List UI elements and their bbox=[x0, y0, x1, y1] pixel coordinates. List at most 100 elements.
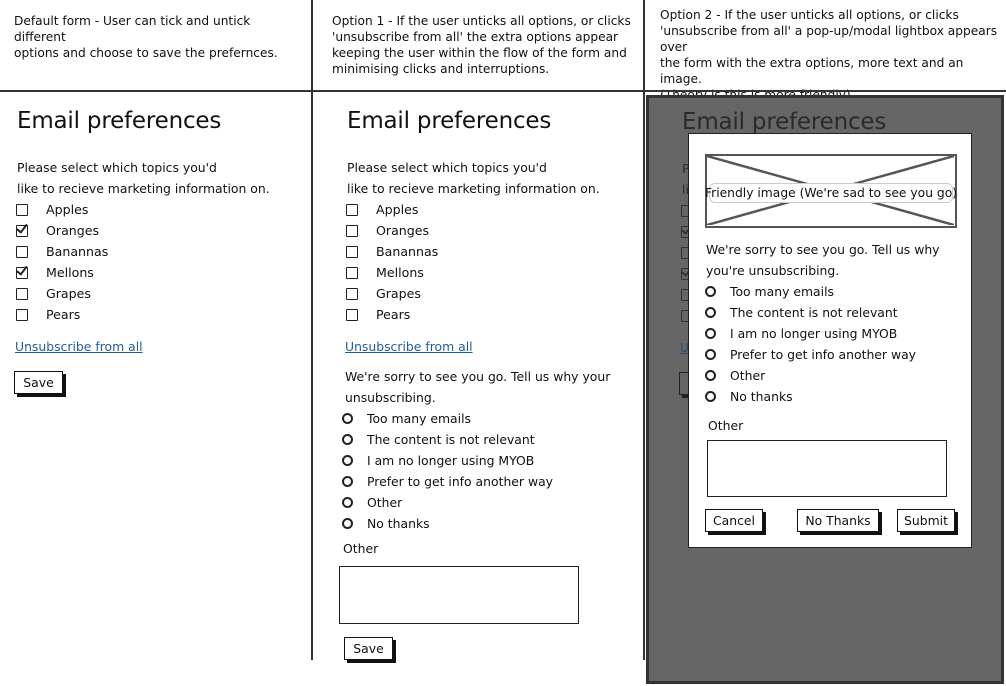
topic-checkbox-list: Apples Oranges Banannas Mellons Grapes P… bbox=[346, 199, 438, 325]
topic-checkbox-row[interactable]: Grapes bbox=[346, 283, 438, 304]
save-button[interactable]: Save bbox=[14, 371, 63, 394]
checkbox-label: Grapes bbox=[376, 286, 421, 301]
intro-line: like to recieve marketing information on… bbox=[347, 181, 600, 196]
checkbox[interactable] bbox=[16, 203, 28, 216]
radio-button[interactable] bbox=[705, 349, 716, 360]
description-line: 'unsubscribe from all' a pop-up/modal li… bbox=[660, 24, 998, 54]
topic-checkbox-row[interactable]: Grapes bbox=[16, 283, 108, 304]
checkbox[interactable] bbox=[16, 308, 28, 321]
radio-label: No thanks bbox=[730, 389, 793, 404]
radio-button[interactable] bbox=[342, 518, 353, 529]
checkbox[interactable] bbox=[16, 287, 28, 300]
topic-checkbox-row[interactable]: Pears bbox=[16, 304, 108, 325]
checkbox[interactable] bbox=[16, 266, 28, 279]
radio-button[interactable] bbox=[705, 391, 716, 402]
intro-text: Please select which topics you'd like to… bbox=[347, 157, 600, 199]
radio-label: Prefer to get info another way bbox=[730, 347, 917, 362]
topic-checkbox-list: Apples Oranges Banannas Mellons Grapes P… bbox=[16, 199, 108, 325]
reason-radio-row[interactable]: Other bbox=[342, 492, 553, 513]
reason-radio-row[interactable]: I am no longer using MYOB bbox=[705, 323, 916, 344]
other-textarea[interactable] bbox=[707, 440, 947, 497]
description-line: keeping the user within the flow of the … bbox=[332, 46, 627, 60]
description-line: the form with the extra options, more te… bbox=[660, 56, 964, 86]
reason-radio-row[interactable]: Prefer to get info another way bbox=[342, 471, 553, 492]
reason-radio-row[interactable]: The content is not relevant bbox=[342, 429, 553, 450]
checkbox[interactable] bbox=[346, 308, 358, 321]
checkbox[interactable] bbox=[346, 245, 358, 258]
page-title: Email preferences bbox=[347, 108, 552, 134]
topic-checkbox-row[interactable]: Pears bbox=[346, 304, 438, 325]
radio-button[interactable] bbox=[705, 370, 716, 381]
description-line: Default form - User can tick and untick … bbox=[14, 14, 251, 44]
radio-button[interactable] bbox=[342, 497, 353, 508]
topic-checkbox-row[interactable]: Apples bbox=[16, 199, 108, 220]
checkbox-label: Grapes bbox=[46, 286, 91, 301]
radio-label: I am no longer using MYOB bbox=[730, 326, 898, 341]
sorry-message: We're sorry to see you go. Tell us why y… bbox=[706, 239, 940, 281]
checkbox-label: Mellons bbox=[376, 265, 424, 280]
radio-button[interactable] bbox=[705, 328, 716, 339]
submit-button[interactable]: Submit bbox=[897, 509, 955, 532]
reason-radio-row[interactable]: No thanks bbox=[705, 386, 916, 407]
radio-label: I am no longer using MYOB bbox=[367, 453, 535, 468]
topic-checkbox-row[interactable]: Mellons bbox=[346, 262, 438, 283]
radio-label: The content is not relevant bbox=[730, 305, 898, 320]
unsubscribe-all-link[interactable]: Unsubscribe from all bbox=[345, 339, 473, 354]
checkbox[interactable] bbox=[346, 224, 358, 237]
checkbox-label: Pears bbox=[46, 307, 81, 322]
reason-radio-row[interactable]: Too many emails bbox=[342, 408, 553, 429]
topic-checkbox-row[interactable]: Mellons bbox=[16, 262, 108, 283]
column-divider-2 bbox=[643, 0, 645, 660]
topic-checkbox-row[interactable]: Oranges bbox=[346, 220, 438, 241]
description-line: minimising clicks and interruptions. bbox=[332, 62, 550, 76]
reason-radio-row[interactable]: The content is not relevant bbox=[705, 302, 916, 323]
reason-radio-row[interactable]: I am no longer using MYOB bbox=[342, 450, 553, 471]
radio-label: Too many emails bbox=[367, 411, 471, 426]
cancel-button[interactable]: Cancel bbox=[705, 509, 763, 532]
topic-checkbox-row[interactable]: Banannas bbox=[16, 241, 108, 262]
default-form-description: Default form - User can tick and untick … bbox=[14, 13, 304, 61]
checkbox[interactable] bbox=[346, 287, 358, 300]
reason-radio-list: Too many emails The content is not relev… bbox=[705, 281, 916, 407]
checkbox[interactable] bbox=[16, 224, 28, 237]
page-title: Email preferences bbox=[17, 108, 222, 134]
description-line: options and choose to save the prefernce… bbox=[14, 46, 278, 60]
option2-description: Option 2 - If the user unticks all optio… bbox=[660, 7, 1006, 103]
checkbox[interactable] bbox=[346, 203, 358, 216]
radio-button[interactable] bbox=[342, 434, 353, 445]
topic-checkbox-row[interactable]: Banannas bbox=[346, 241, 438, 262]
reason-radio-row[interactable]: No thanks bbox=[342, 513, 553, 534]
radio-button[interactable] bbox=[342, 476, 353, 487]
other-textarea[interactable] bbox=[339, 566, 579, 624]
radio-label: Too many emails bbox=[730, 284, 834, 299]
checkbox[interactable] bbox=[346, 266, 358, 279]
topic-checkbox-row[interactable]: Oranges bbox=[16, 220, 108, 241]
radio-label: No thanks bbox=[367, 516, 430, 531]
unsubscribe-modal: Friendly image (We're sad to see you go)… bbox=[688, 133, 972, 548]
radio-button[interactable] bbox=[705, 307, 716, 318]
description-line: 'unsubscribe from all' the extra options… bbox=[332, 30, 619, 44]
topic-checkbox-row[interactable]: Apples bbox=[346, 199, 438, 220]
checkbox-label: Banannas bbox=[376, 244, 439, 259]
checkbox-label: Mellons bbox=[46, 265, 94, 280]
sorry-line: We're sorry to see you go. Tell us why y… bbox=[345, 369, 611, 384]
image-caption: Friendly image (We're sad to see you go) bbox=[705, 183, 957, 203]
reason-radio-row[interactable]: Other bbox=[705, 365, 916, 386]
description-line: Option 1 - If the user unticks all optio… bbox=[332, 14, 631, 28]
checkbox-label: Oranges bbox=[376, 223, 430, 238]
option1-description: Option 1 - If the user unticks all optio… bbox=[332, 13, 632, 77]
radio-button[interactable] bbox=[342, 413, 353, 424]
reason-radio-row[interactable]: Too many emails bbox=[705, 281, 916, 302]
save-button[interactable]: Save bbox=[344, 637, 393, 660]
intro-line: Please select which topics you'd bbox=[17, 160, 217, 175]
no-thanks-button[interactable]: No Thanks bbox=[797, 509, 879, 532]
friendly-image-placeholder: Friendly image (We're sad to see you go) bbox=[705, 154, 957, 228]
checkbox[interactable] bbox=[16, 245, 28, 258]
reason-radio-row[interactable]: Prefer to get info another way bbox=[705, 344, 916, 365]
sorry-line: unsubscribing. bbox=[345, 390, 436, 405]
radio-button[interactable] bbox=[705, 286, 716, 297]
sorry-line: We're sorry to see you go. Tell us why bbox=[706, 242, 940, 257]
sorry-line: you're unsubscribing. bbox=[706, 263, 840, 278]
unsubscribe-all-link[interactable]: Unsubscribe from all bbox=[15, 339, 143, 354]
radio-button[interactable] bbox=[342, 455, 353, 466]
